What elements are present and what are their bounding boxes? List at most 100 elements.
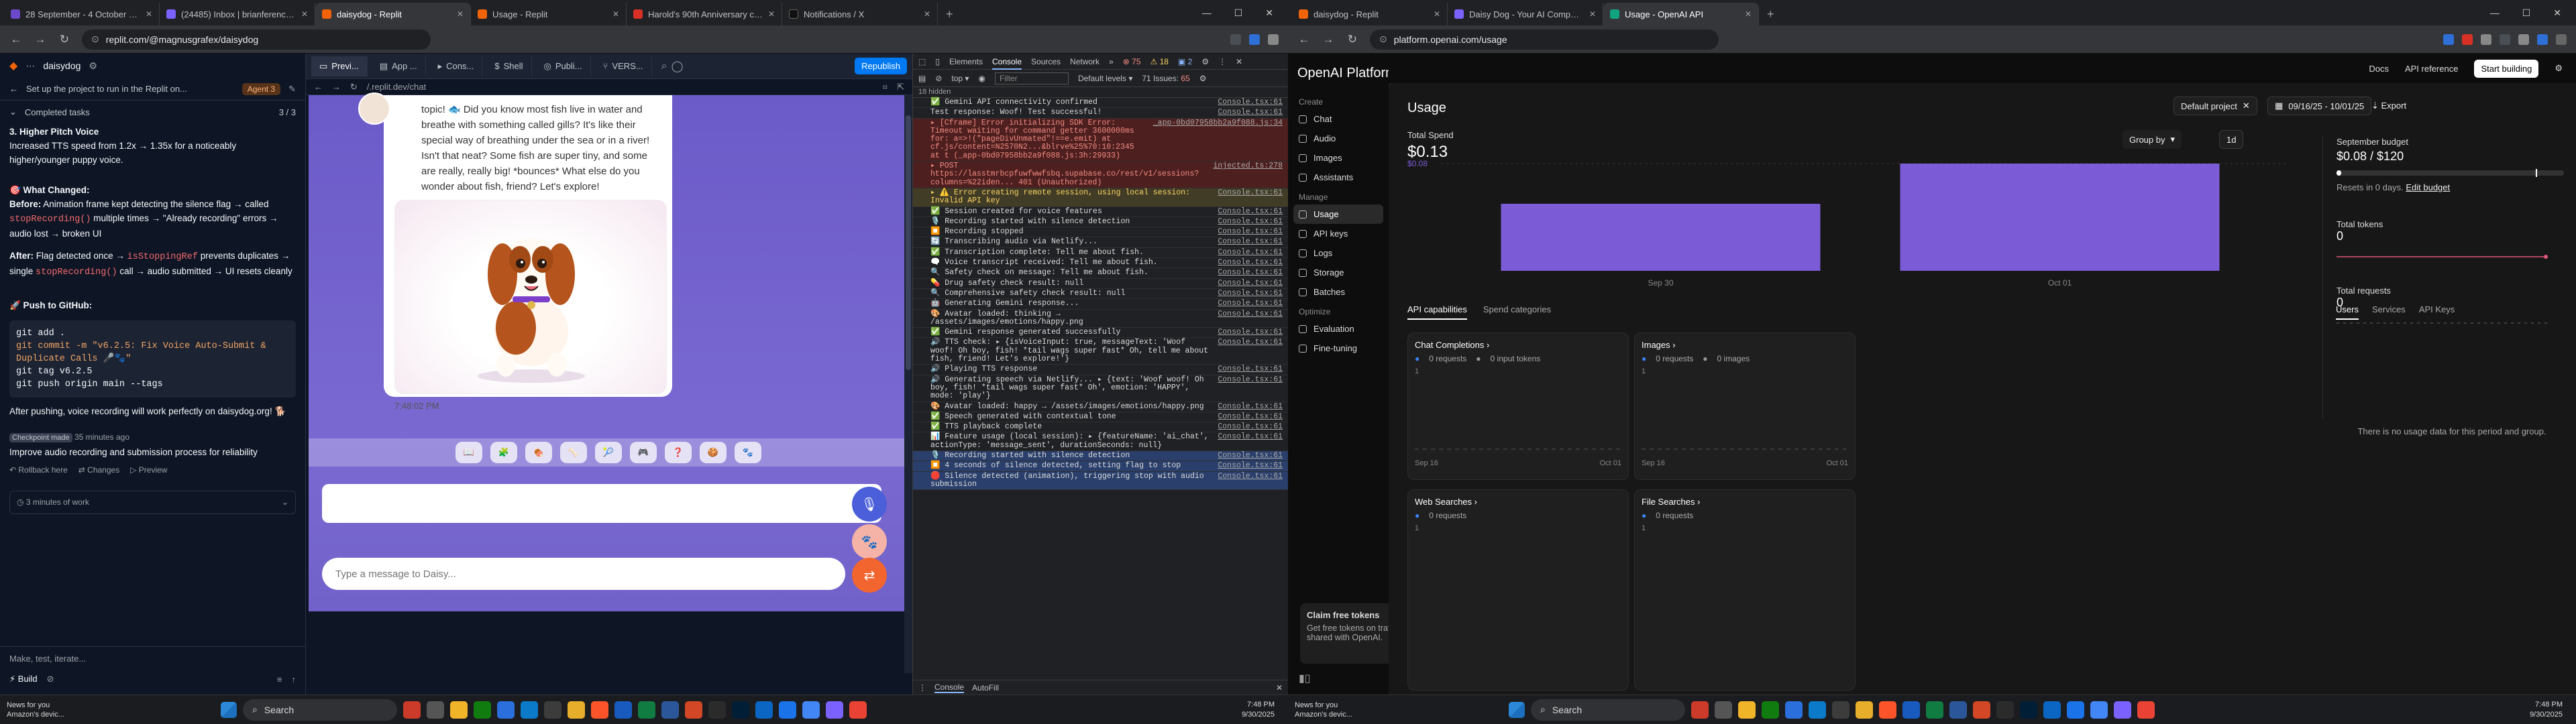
- tab-sources[interactable]: Sources: [1031, 57, 1061, 66]
- console-message[interactable]: ⏹️ 4 seconds of silence detected, settin…: [913, 461, 1288, 472]
- levels-dropdown[interactable]: Default levels ▾: [1078, 74, 1132, 83]
- maximize-icon[interactable]: ☐: [2522, 7, 2531, 19]
- sidebar-toggle-icon[interactable]: ▤: [918, 74, 926, 83]
- settings-icon[interactable]: ⚙: [2555, 63, 2563, 74]
- project-settings-icon[interactable]: ⚙: [89, 60, 97, 72]
- console-source-link[interactable]: Console.tsx:61: [1211, 422, 1283, 431]
- tab-console[interactable]: ▸ Cons...: [430, 56, 483, 76]
- tab-spend-categories[interactable]: Spend categories: [1483, 304, 1551, 320]
- close-tab-icon[interactable]: ✕: [612, 9, 619, 19]
- sidebar-item-fine-tuning[interactable]: Fine-tuning: [1293, 339, 1383, 358]
- clear-icon[interactable]: ✕: [2243, 101, 2250, 111]
- completed-tasks-row[interactable]: ⌄ Completed tasks 3 / 3: [0, 101, 305, 123]
- browser-tab[interactable]: daisydog - Replit ✕: [1292, 3, 1448, 25]
- sidebar-item-logs[interactable]: Logs: [1293, 243, 1383, 263]
- app-icon[interactable]: [1856, 701, 1873, 719]
- close-tab-icon[interactable]: ✕: [1589, 9, 1596, 19]
- sidebar-item-storage[interactable]: Storage: [1293, 263, 1383, 282]
- warning-count[interactable]: ⚠ 18: [1150, 57, 1169, 66]
- file-explorer-icon[interactable]: [450, 701, 468, 719]
- open-new-window-icon[interactable]: ⇱: [897, 82, 904, 93]
- reload-icon[interactable]: ↻: [350, 82, 358, 93]
- extension-icon[interactable]: [1249, 34, 1260, 45]
- console-message[interactable]: 💊 Drug safety check result: null Console.…: [913, 279, 1288, 289]
- console-message[interactable]: ✅ Gemini response generated successfully…: [913, 328, 1288, 339]
- reload-icon[interactable]: ↻: [58, 33, 71, 46]
- app-icon[interactable]: [661, 701, 679, 719]
- quick-action-quiz-icon[interactable]: ❓: [665, 442, 692, 463]
- close-tab-icon[interactable]: ✕: [1745, 9, 1752, 19]
- sidebar-item-images[interactable]: Images: [1293, 148, 1383, 168]
- extension-icon[interactable]: [2556, 34, 2567, 45]
- console-message[interactable]: ⏹️ Recording stopped Console.tsx:61: [913, 227, 1288, 238]
- console-source-link[interactable]: Console.tsx:61: [1211, 248, 1283, 257]
- taskbar-search[interactable]: ⌕ Search: [1531, 699, 1685, 721]
- tab-users[interactable]: Users: [2336, 304, 2359, 320]
- tab-publishing[interactable]: ◎ Publi...: [536, 56, 591, 76]
- granularity-select[interactable]: 1d: [2219, 130, 2244, 149]
- app-icon[interactable]: [685, 701, 702, 719]
- preview-scrollbar[interactable]: [904, 95, 912, 673]
- extension-icon[interactable]: [2537, 34, 2548, 45]
- tab-elements[interactable]: Elements: [949, 57, 983, 66]
- send-icon[interactable]: ↑: [292, 674, 297, 684]
- start-menu-icon[interactable]: [1509, 701, 1525, 718]
- system-clock[interactable]: 7:48 PM 9/30/2025: [2530, 700, 2569, 720]
- build-mode-button[interactable]: ⚡ Build: [9, 674, 38, 684]
- console-source-link[interactable]: Console.tsx:61: [1211, 207, 1283, 216]
- edge-icon[interactable]: [521, 701, 538, 719]
- app-icon[interactable]: [1973, 701, 1990, 719]
- system-clock[interactable]: 7:48 PM 9/30/2025: [1242, 700, 1281, 720]
- search-icon[interactable]: ⌕: [661, 60, 667, 72]
- daisy-message-input[interactable]: [322, 558, 845, 590]
- close-drawer-icon[interactable]: ✕: [1276, 683, 1283, 692]
- microphone-button[interactable]: 🎙: [852, 487, 887, 522]
- console-message[interactable]: 🎨 Avatar loaded: happy → /assets/images/…: [913, 402, 1288, 412]
- app-icon[interactable]: [568, 701, 585, 719]
- console-source-link[interactable]: Console.tsx:61: [1211, 451, 1283, 460]
- sidebar-item-assistants[interactable]: Assistants: [1293, 168, 1383, 187]
- console-source-link[interactable]: Console.tsx:61: [1211, 238, 1283, 247]
- word-icon[interactable]: [614, 701, 632, 719]
- file-explorer-icon[interactable]: [1738, 701, 1756, 719]
- console-message[interactable]: ✅ Transcription complete: Tell me about …: [913, 248, 1288, 259]
- project-name[interactable]: daisydog: [43, 60, 80, 71]
- replit-logo-icon[interactable]: ◆: [9, 59, 17, 72]
- extension-icon[interactable]: [2462, 34, 2473, 45]
- tab-api-capabilities[interactable]: API capabilities: [1407, 304, 1467, 320]
- sidebar-item-api-keys[interactable]: API keys: [1293, 224, 1383, 243]
- app-icon[interactable]: [1715, 701, 1732, 719]
- context-select[interactable]: top ▾: [951, 74, 969, 83]
- sidebar-item-usage[interactable]: Usage: [1293, 204, 1383, 224]
- extension-icon[interactable]: [1268, 34, 1279, 45]
- app-icon[interactable]: [427, 701, 444, 719]
- app-icon[interactable]: [474, 701, 491, 719]
- spend-bar[interactable]: [1501, 204, 1821, 271]
- console-source-link[interactable]: Console.tsx:61: [1211, 188, 1283, 206]
- task-banner[interactable]: ← Set up the project to run in the Repli…: [0, 78, 305, 101]
- export-button[interactable]: ⇣ Export: [2371, 101, 2406, 111]
- collapse-sidebar-icon[interactable]: ▮▯: [1299, 672, 1311, 685]
- browser-tab[interactable]: Harold's 90th Anniversary concert ti ✕: [627, 3, 782, 25]
- console-source-link[interactable]: Console.tsx:61: [1211, 108, 1283, 117]
- news-widget[interactable]: News for you Amazon's devic...: [1295, 701, 1389, 719]
- send-button[interactable]: ⇄: [852, 558, 887, 593]
- edge-icon[interactable]: [1809, 701, 1826, 719]
- console-source-link[interactable]: Console.tsx:61: [1211, 310, 1283, 327]
- devtools-toggle-icon[interactable]: ⌗: [883, 82, 888, 93]
- scrollbar-thumb[interactable]: [906, 115, 911, 370]
- info-count[interactable]: ▣ 2: [1178, 57, 1192, 66]
- menu-icon[interactable]: ⋯: [25, 60, 35, 72]
- console-log[interactable]: ✅ Gemini API connectivity confirmed Conso…: [913, 98, 1288, 491]
- console-source-link[interactable]: Console.tsx:61: [1211, 227, 1283, 236]
- project-select[interactable]: Default project ✕: [2174, 97, 2257, 115]
- new-chat-icon[interactable]: ✎: [288, 84, 296, 95]
- inspect-icon[interactable]: ⬚: [918, 57, 926, 66]
- site-info-icon[interactable]: ⊙: [1379, 34, 1387, 45]
- console-filter-input[interactable]: Filter: [994, 72, 1069, 84]
- console-message[interactable]: 🎨 Avatar loaded: thinking → /assets/imag…: [913, 310, 1288, 328]
- console-message[interactable]: ▸ ⚠️ Error creating remote session, usin…: [913, 188, 1288, 207]
- more-tabs-icon[interactable]: »: [1109, 57, 1114, 66]
- console-message[interactable]: 🔊 Playing TTS response Console.tsx:61: [913, 365, 1288, 375]
- browser-tab[interactable]: 28 September - 4 October 2025 – Pr ✕: [4, 3, 160, 25]
